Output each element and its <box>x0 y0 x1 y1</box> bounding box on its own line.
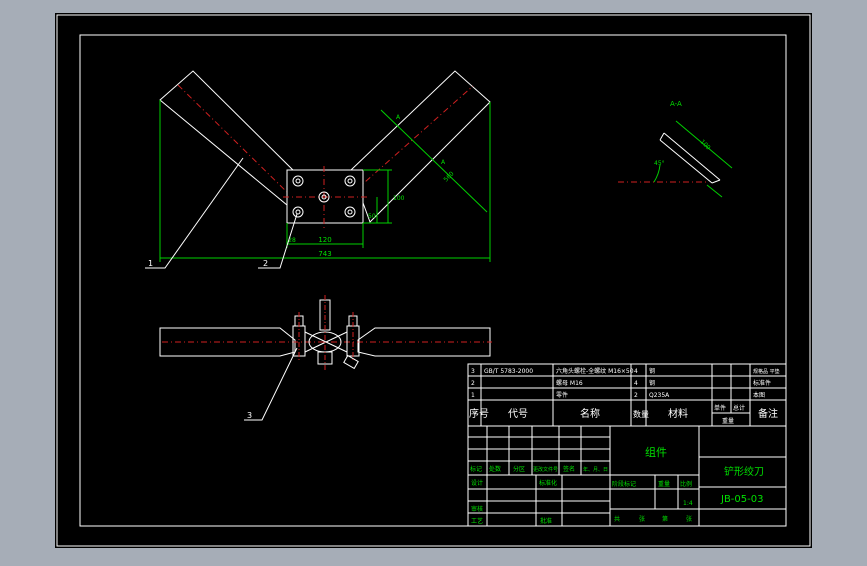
leader-3-label: 3 <box>247 411 252 420</box>
row-material: 钢 <box>649 379 655 387</box>
section-angle: 45° <box>654 160 665 167</box>
sheets-total: 共 <box>614 515 620 523</box>
drawing-title: 铲形绞刀 <box>724 465 764 478</box>
header-code: 代号 <box>508 408 528 420</box>
ratio-label: 比例 <box>680 480 692 488</box>
row-note: 规格品 平垫 <box>753 368 780 375</box>
row-material: 钢 <box>649 367 655 375</box>
header-no: 序号 <box>469 407 489 420</box>
check-label: 审核 <box>471 505 483 513</box>
weight-label: 重量 <box>658 480 670 488</box>
row-no: 3 <box>471 368 475 375</box>
header-qty: 数量 <box>633 409 649 419</box>
section-title: A-A <box>670 100 682 108</box>
leader-1-label: 1 <box>148 259 153 268</box>
model-background <box>55 13 812 548</box>
header-name: 名称 <box>580 407 600 420</box>
header-note: 备注 <box>758 407 778 420</box>
date-label: 年、月、日 <box>583 466 608 473</box>
row-material: Q235A <box>649 392 670 399</box>
dim-overall: 743 <box>318 250 331 258</box>
row-no: 2 <box>471 380 475 387</box>
header-weight: 重量 <box>722 417 734 425</box>
design-label: 设计 <box>471 479 483 487</box>
drawing-canvas[interactable]: 743 120 28 100 50 A A 560 1 2 A-A 45° 10… <box>0 0 867 562</box>
change-doc-label: 更改文件号 <box>533 466 558 473</box>
header-total-weight: 总计 <box>733 404 745 412</box>
header-unit-weight: 单件 <box>714 404 726 412</box>
scale-value: 1:4 <box>683 500 693 507</box>
row-name: 零件 <box>556 391 568 399</box>
mark-label: 标记 <box>470 465 482 473</box>
approve-label: 批准 <box>540 517 552 525</box>
drawing-number: JB-05-03 <box>720 494 763 505</box>
count-label: 处数 <box>489 465 501 473</box>
sign-label: 签名 <box>563 465 575 473</box>
process-label: 工艺 <box>471 517 483 525</box>
row-name: 螺母 M16 <box>556 379 583 387</box>
row-note: 标准件 <box>753 379 771 387</box>
row-qty: 4 <box>634 368 638 375</box>
sheets-no: 第 <box>662 515 668 523</box>
dim-plate-height: 100 <box>393 195 405 202</box>
header-material: 材料 <box>668 407 688 420</box>
cad-viewport[interactable]: 743 120 28 100 50 A A 560 1 2 A-A 45° 10… <box>0 0 867 562</box>
row-qty: 4 <box>634 380 638 387</box>
dim-plate-width: 120 <box>318 236 331 244</box>
row-qty: 2 <box>634 392 638 399</box>
row-no: 1 <box>471 392 475 399</box>
dim-plate-small: 50 <box>368 213 376 220</box>
row-note: 本图 <box>753 391 765 399</box>
row-code: GB/T 5783-2000 <box>484 368 533 375</box>
zone-label: 分区 <box>513 465 525 473</box>
row-name: 六角头螺栓-全螺纹 M16×50 <box>556 367 634 375</box>
leader-2-label: 2 <box>263 259 268 268</box>
assembly-title: 组件 <box>645 445 667 459</box>
sheets-unit-2: 张 <box>686 515 692 523</box>
stage-mark-label: 阶段标记 <box>612 480 636 488</box>
standardize-label: 标准化 <box>539 479 557 487</box>
sheets-unit-1: 张 <box>639 515 645 523</box>
